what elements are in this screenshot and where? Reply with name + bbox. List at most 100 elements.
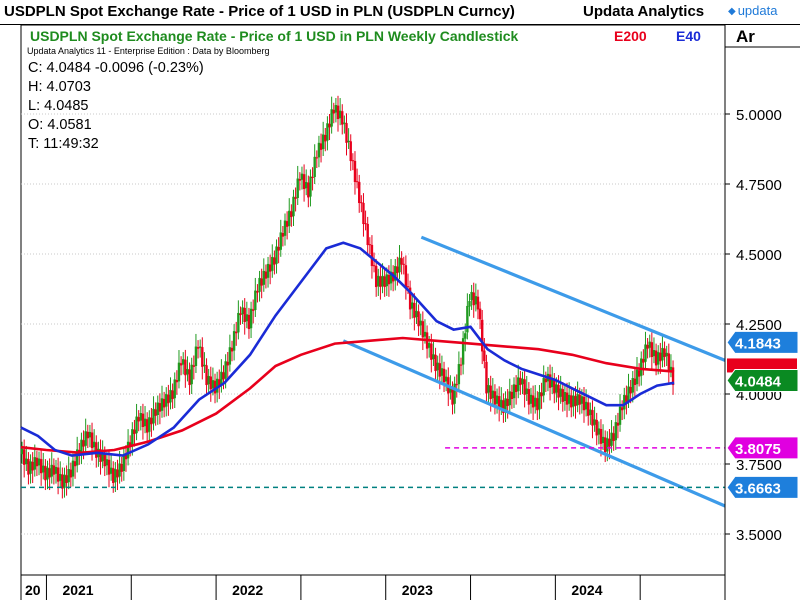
candle-body bbox=[663, 348, 666, 358]
candle-body bbox=[332, 109, 335, 114]
candle-body bbox=[307, 182, 310, 198]
candlestick-chart[interactable]: 20 2021 2022 2023 2024 Ar 5.0000 4.7500 4.5000… bbox=[0, 0, 800, 600]
candle-body bbox=[578, 394, 581, 405]
candle-body bbox=[506, 398, 509, 407]
candle-body bbox=[266, 263, 270, 278]
candle-body bbox=[241, 307, 244, 315]
candle-body bbox=[669, 366, 673, 371]
candle-body bbox=[300, 173, 304, 180]
candle-body bbox=[230, 347, 234, 352]
chart-title: USDPLN Spot Exchange Rate - Price of 1 U… bbox=[30, 28, 519, 44]
candle-body bbox=[165, 394, 168, 407]
candle-body bbox=[22, 449, 26, 465]
readout-time: T: 11:49:32 bbox=[28, 136, 99, 152]
candle-body bbox=[527, 389, 531, 405]
candle-body bbox=[381, 275, 384, 287]
candle-body bbox=[305, 182, 308, 189]
tag-upper-channel-label: 4.1843 bbox=[735, 335, 781, 352]
candle-body bbox=[525, 388, 528, 394]
candle-body bbox=[654, 350, 658, 366]
candle-body bbox=[54, 466, 58, 474]
candle-body bbox=[421, 321, 425, 338]
candle-body bbox=[436, 362, 439, 371]
candle-body bbox=[35, 457, 39, 467]
tag-support-1: 3.8075 bbox=[726, 436, 799, 460]
candle-body bbox=[457, 364, 461, 385]
candle-body bbox=[69, 469, 73, 478]
readout-open: O: 4.0581 bbox=[28, 117, 92, 133]
candle-body bbox=[593, 419, 596, 425]
candle-body bbox=[637, 370, 641, 377]
candle-body bbox=[536, 398, 539, 411]
candle-body bbox=[224, 361, 227, 379]
candle-body bbox=[334, 105, 338, 113]
candle-body bbox=[281, 233, 285, 237]
candle-body bbox=[411, 302, 414, 309]
candle-body bbox=[351, 160, 355, 162]
candle-body bbox=[343, 122, 346, 124]
candle-body bbox=[107, 459, 111, 475]
candle-body bbox=[254, 290, 257, 310]
y-tick-label: 3.7500 bbox=[736, 457, 782, 474]
candle-body bbox=[635, 369, 639, 385]
candle-body bbox=[184, 359, 187, 376]
candle-body bbox=[152, 408, 155, 424]
candle-body bbox=[173, 379, 176, 399]
y-tick-label: 4.5000 bbox=[736, 247, 782, 264]
candle-body bbox=[137, 417, 140, 422]
candle-body bbox=[608, 438, 611, 447]
candle-body bbox=[188, 369, 191, 386]
candle-body bbox=[377, 275, 380, 287]
candle-body bbox=[372, 265, 376, 267]
candle-body bbox=[584, 401, 588, 410]
candle-body bbox=[580, 396, 584, 404]
candle-body bbox=[205, 365, 208, 386]
tag-support-2-label: 3.6663 bbox=[735, 480, 781, 497]
tag-ema200: 4.0484 bbox=[726, 358, 799, 392]
candle-body bbox=[487, 385, 490, 393]
candle-body bbox=[133, 429, 136, 435]
candle-body bbox=[143, 418, 147, 427]
candle-body bbox=[25, 458, 28, 464]
candle-body bbox=[29, 461, 32, 474]
candle-body bbox=[406, 286, 410, 288]
corner-label[interactable]: Ar bbox=[736, 27, 755, 46]
candle-body bbox=[565, 392, 569, 405]
candle-body bbox=[169, 389, 172, 403]
candle-body bbox=[116, 469, 119, 478]
candle-body bbox=[90, 432, 94, 449]
candle-body bbox=[59, 473, 62, 481]
candle-body bbox=[385, 274, 388, 287]
candle-body bbox=[495, 395, 499, 404]
candle-body bbox=[483, 350, 486, 362]
candle-body bbox=[646, 345, 649, 349]
candle-body bbox=[589, 409, 592, 415]
candle-body bbox=[114, 469, 117, 483]
tag-support-1-label: 3.8075 bbox=[735, 441, 781, 458]
candle-body bbox=[67, 469, 70, 483]
candle-body bbox=[141, 413, 145, 428]
candle-body bbox=[567, 394, 571, 404]
x-tick-label: 2024 bbox=[571, 582, 602, 598]
candle-body bbox=[665, 352, 668, 357]
candle-body bbox=[481, 319, 484, 352]
candle-body bbox=[82, 440, 85, 447]
candle-body bbox=[71, 460, 75, 477]
candle-body bbox=[478, 308, 482, 320]
candle-body bbox=[182, 359, 185, 365]
candle-body bbox=[500, 399, 503, 408]
candle-body bbox=[277, 247, 280, 251]
candle-body bbox=[232, 331, 236, 351]
candle-body bbox=[404, 265, 408, 288]
candle-body bbox=[158, 403, 162, 412]
candle-body bbox=[228, 347, 232, 365]
candle-body bbox=[256, 291, 259, 293]
candle-body bbox=[52, 465, 56, 475]
candle-body bbox=[175, 380, 179, 383]
candle-body bbox=[430, 343, 433, 360]
candle-body bbox=[606, 438, 609, 452]
candle-body bbox=[328, 123, 331, 128]
candle-body bbox=[48, 468, 51, 478]
candle-body bbox=[576, 394, 579, 406]
candle-body bbox=[358, 181, 361, 204]
